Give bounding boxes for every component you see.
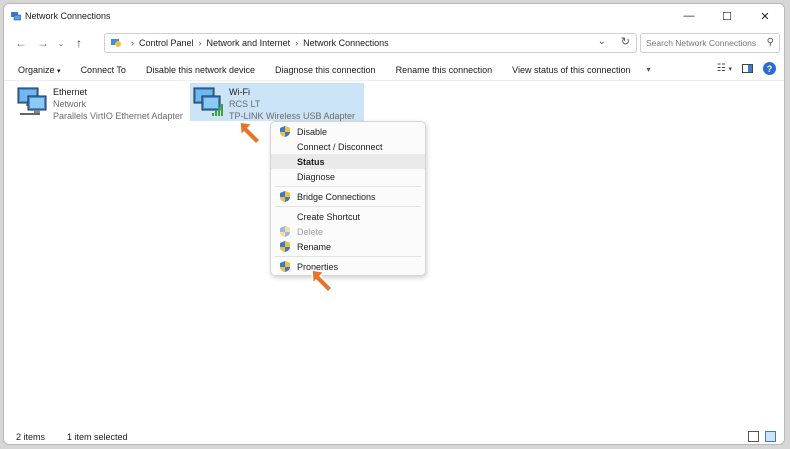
menu-label-rename: Rename [297,241,332,252]
pointer-arrow-icon [239,121,261,145]
menu-item-create-shortcut[interactable]: Create Shortcut [271,209,425,224]
ethernet-adapter: Parallels VirtIO Ethernet Adapter [53,111,183,121]
forward-button[interactable]: → [32,32,54,54]
menu-item-delete: Delete [271,224,425,239]
search-icon[interactable]: ⚲ [767,37,774,48]
search-input[interactable] [646,38,766,48]
breadcrumb-network-connections[interactable]: Network Connections [303,38,389,48]
context-menu: Disable Connect / Disconnect Status Diag… [270,121,426,276]
title-bar: Network Connections — ☐ ✕ [4,4,784,28]
diagnose-connection-button[interactable]: Diagnose this connection [265,65,386,75]
selection-count: 1 item selected [67,432,128,442]
explorer-window: Network Connections — ☐ ✕ ← → ⌄ ↑ › Cont… [3,3,785,445]
search-box[interactable]: ⚲ [640,33,780,53]
network-connections-app-icon [11,11,22,21]
uac-shield-icon [280,191,290,202]
breadcrumb-separator-icon: › [131,38,134,48]
uac-shield-icon [280,241,290,252]
ethernet-name: Ethernet [53,87,88,97]
menu-separator [275,206,421,207]
breadcrumb-separator-icon: › [295,38,299,48]
menu-item-bridge-connections[interactable]: Bridge Connections [271,189,425,204]
connection-ethernet[interactable]: Ethernet Network Parallels VirtIO Ethern… [16,86,186,122]
menu-item-properties[interactable]: Properties [271,259,425,274]
menu-label-diagnose: Diagnose [297,171,336,182]
uac-shield-icon [280,126,290,137]
menu-separator [275,256,421,257]
uac-shield-icon [280,261,290,272]
rename-connection-button[interactable]: Rename this connection [386,65,503,75]
uac-shield-icon [280,226,290,237]
menu-item-rename[interactable]: Rename [271,239,425,254]
refresh-icon[interactable]: ↻ [621,35,630,48]
wifi-adapter-icon [192,86,226,118]
view-status-button[interactable]: View status of this connection [502,65,640,75]
menu-label-delete: Delete [297,226,324,237]
pointer-arrow-icon [311,269,333,293]
recent-locations-button[interactable]: ⌄ [54,32,68,54]
menu-item-connect-disconnect[interactable]: Connect / Disconnect [271,139,425,154]
details-view-icon[interactable] [748,431,759,442]
connect-to-button[interactable]: Connect To [71,65,136,75]
breadcrumb-separator-icon: › [198,38,202,48]
back-button[interactable]: ← [10,32,32,54]
menu-item-diagnose[interactable]: Diagnose [271,169,425,184]
menu-label-connect-disconnect: Connect / Disconnect [297,141,383,152]
address-row: ← → ⌄ ↑ › Control Panel › Network and In… [4,30,784,56]
more-commands-icon[interactable]: ▾ [641,65,657,74]
arrow-right-icon: → [37,36,49,50]
menu-label-status: Status [297,156,325,167]
control-panel-icon [111,38,122,48]
item-count: 2 items [16,432,46,442]
address-bar[interactable]: › Control Panel › Network and Internet ›… [104,33,637,53]
menu-label-disable: Disable [297,126,328,137]
maximize-button[interactable]: ☐ [708,4,746,28]
disable-device-button[interactable]: Disable this network device [136,65,265,75]
maximize-icon: ☐ [722,10,732,23]
change-view-icon[interactable]: ☷ ▾ [717,63,732,74]
wifi-status: RCS LT [229,99,261,109]
minimize-button[interactable]: — [670,4,708,28]
arrow-up-icon: ↑ [76,36,82,50]
connection-wifi[interactable]: Wi-Fi RCS LT TP-LINK Wireless USB Adapte… [190,83,364,121]
menu-item-disable[interactable]: Disable [271,124,425,139]
chevron-down-icon: ⌄ [57,38,65,48]
minimize-icon: — [683,10,695,22]
menu-separator [275,186,421,187]
close-icon: ✕ [760,10,770,23]
up-button[interactable]: ↑ [68,32,90,54]
status-bar: 2 items 1 item selected [4,428,784,444]
close-button[interactable]: ✕ [746,4,784,28]
preview-pane-icon[interactable] [742,64,753,73]
address-dropdown-icon[interactable]: ⌄ [598,36,606,47]
help-icon[interactable]: ? [763,62,776,75]
ethernet-adapter-icon [16,86,50,118]
menu-label-bridge: Bridge Connections [297,191,376,202]
breadcrumb-control-panel[interactable]: Control Panel [139,38,194,48]
command-bar: Organize ▾ Connect To Disable this netwo… [4,59,784,81]
breadcrumb-network-and-internet[interactable]: Network and Internet [207,38,291,48]
large-icons-view-icon[interactable] [765,431,776,442]
menu-item-status[interactable]: Status [271,154,425,169]
wifi-name: Wi-Fi [229,87,250,97]
ethernet-status: Network [53,99,87,109]
menu-label-shortcut: Create Shortcut [297,211,361,222]
window-title: Network Connections [25,11,111,21]
organize-button[interactable]: Organize ▾ [4,65,71,75]
caret-down-icon: ▾ [57,67,61,75]
organize-label: Organize [18,64,55,75]
arrow-left-icon: ← [15,36,27,50]
